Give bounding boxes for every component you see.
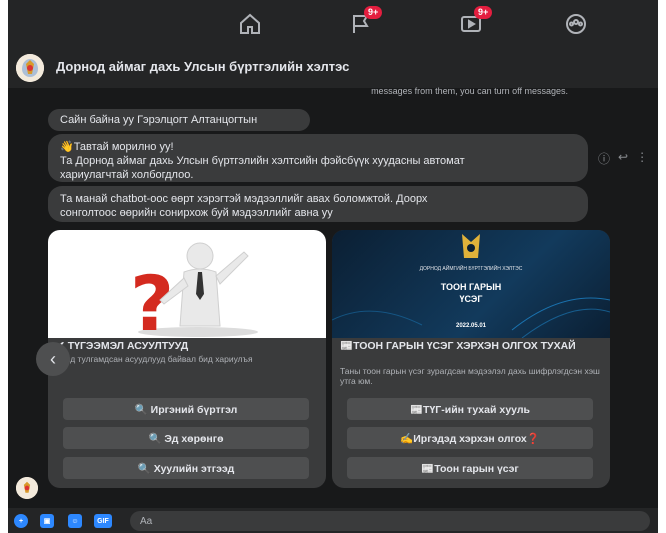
card-button-civil-registration[interactable]: 🔍 Иргэний бүртгэл xyxy=(63,398,309,420)
card-button-how-issued[interactable]: ✍Иргэдэд хэрхэн олгох❓ xyxy=(347,427,593,449)
message-bubble: 👋Тавтай морилно уу! Та Дорнод аймаг дахь… xyxy=(48,134,588,182)
image-org-text: ДОРНОД АЙМГИЙН БҮРТГЭЛИЙН ХЭЛТЭС xyxy=(419,266,523,272)
carousel-card: ДОРНОД АЙМГИЙН БҮРТГЭЛИЙН ХЭЛТЭС ТООН ГА… xyxy=(332,230,610,488)
home-icon[interactable] xyxy=(235,10,265,38)
card-title: 📰ТООН ГАРЫН ҮСЭГ ХЭРХЭН ОЛГОХ ТУХАЙ xyxy=(340,340,576,352)
question-figure-image: ? xyxy=(48,230,326,348)
digital-signature-image: ДОРНОД АЙМГИЙН БҮРТГЭЛИЙН ХЭЛТЭС ТООН ГА… xyxy=(332,230,610,338)
pages-flag-icon[interactable]: 9+ xyxy=(346,6,383,38)
message-text: Сайн байна уу Гэрэлцогт Алтанцогтын xyxy=(60,114,258,126)
messenger-window: 9+ 9+ Дорнод аймаг дахь Улсын бүртгэлийн… xyxy=(8,0,658,533)
card-carousel: ? ✔ ТҮГЭЭМЭЛ АСУУЛТУУД Танд тулгамдсан а… xyxy=(48,230,610,490)
message-text: Та Дорнод аймаг дахь Улсын бүртгэлийн хэ… xyxy=(60,155,465,167)
message-bubble: Та манай chatbot-оос өөрт хэрэгтэй мэдээ… xyxy=(48,186,588,222)
more-icon[interactable]: ⋮ xyxy=(636,150,648,167)
top-navigation: 9+ 9+ xyxy=(8,0,658,49)
card-subtitle: Танд тулгамдсан асуудлууд байвал бид хар… xyxy=(56,354,253,364)
avatar[interactable] xyxy=(16,477,38,499)
system-note: messages from them, you can turn off mes… xyxy=(371,86,568,96)
chevron-left-icon: ‹ xyxy=(50,348,56,369)
card-button-property[interactable]: 🔍 Эд хөрөнгө xyxy=(63,427,309,449)
gif-icon[interactable]: GIF xyxy=(94,514,112,528)
carousel-card: ? ✔ ТҮГЭЭМЭЛ АСУУЛТУУД Танд тулгамдсан а… xyxy=(48,230,326,488)
sticker-icon[interactable]: ☺ xyxy=(68,514,82,528)
notification-badge: 9+ xyxy=(364,6,383,19)
message-text: сонголтоос өөрийн сонирхож буй мэдээллий… xyxy=(60,207,333,219)
message-text: Та манай chatbot-оос өөрт хэрэгтэй мэдээ… xyxy=(60,193,428,205)
watch-video-icon[interactable]: 9+ xyxy=(456,6,493,38)
card-button-digital-signature[interactable]: 📰Тоон гарын үсэг xyxy=(347,457,593,479)
photo-icon[interactable]: ▣ xyxy=(40,514,54,528)
card-button-signature-law[interactable]: 📰ТҮГ-ийн тухай хууль xyxy=(347,398,593,420)
avatar[interactable] xyxy=(16,54,44,82)
message-text: 👋Тавтай морилно уу! xyxy=(60,141,174,153)
chat-header: Дорнод аймаг дахь Улсын бүртгэлийн хэлтэ… xyxy=(8,48,658,88)
message-actions: ⓘ ↩ ⋮ xyxy=(598,150,648,167)
carousel-prev-button[interactable]: ‹ xyxy=(36,342,70,376)
card-title: ✔ ТҮГЭЭМЭЛ АСУУЛТУУД xyxy=(56,340,189,352)
plus-icon[interactable]: + xyxy=(14,514,28,528)
card-button-legal-entity[interactable]: 🔍 Хуулийн этгээд xyxy=(63,457,309,479)
message-bubble: Сайн байна уу Гэрэлцогт Алтанцогтын xyxy=(48,109,310,131)
image-title-text: ҮСЭГ xyxy=(459,294,483,304)
image-title-text: ТООН ГАРЫН xyxy=(440,282,502,292)
page-title[interactable]: Дорнод аймаг дахь Улсын бүртгэлийн хэлтэ… xyxy=(56,59,349,74)
info-icon[interactable]: ⓘ xyxy=(598,150,610,167)
card-subtitle: Таны тоон гарын үсэг зурагдсан мэдээлэл … xyxy=(340,366,600,386)
message-composer: + ▣ ☺ GIF xyxy=(8,508,658,533)
image-date-text: 2022.05.01 xyxy=(455,323,487,329)
groups-icon[interactable] xyxy=(561,10,591,38)
reply-icon[interactable]: ↩ xyxy=(618,150,628,167)
message-text: хариулагчтай холбогдлоо. xyxy=(60,169,194,181)
message-input[interactable] xyxy=(130,511,650,531)
notification-badge: 9+ xyxy=(474,6,493,19)
